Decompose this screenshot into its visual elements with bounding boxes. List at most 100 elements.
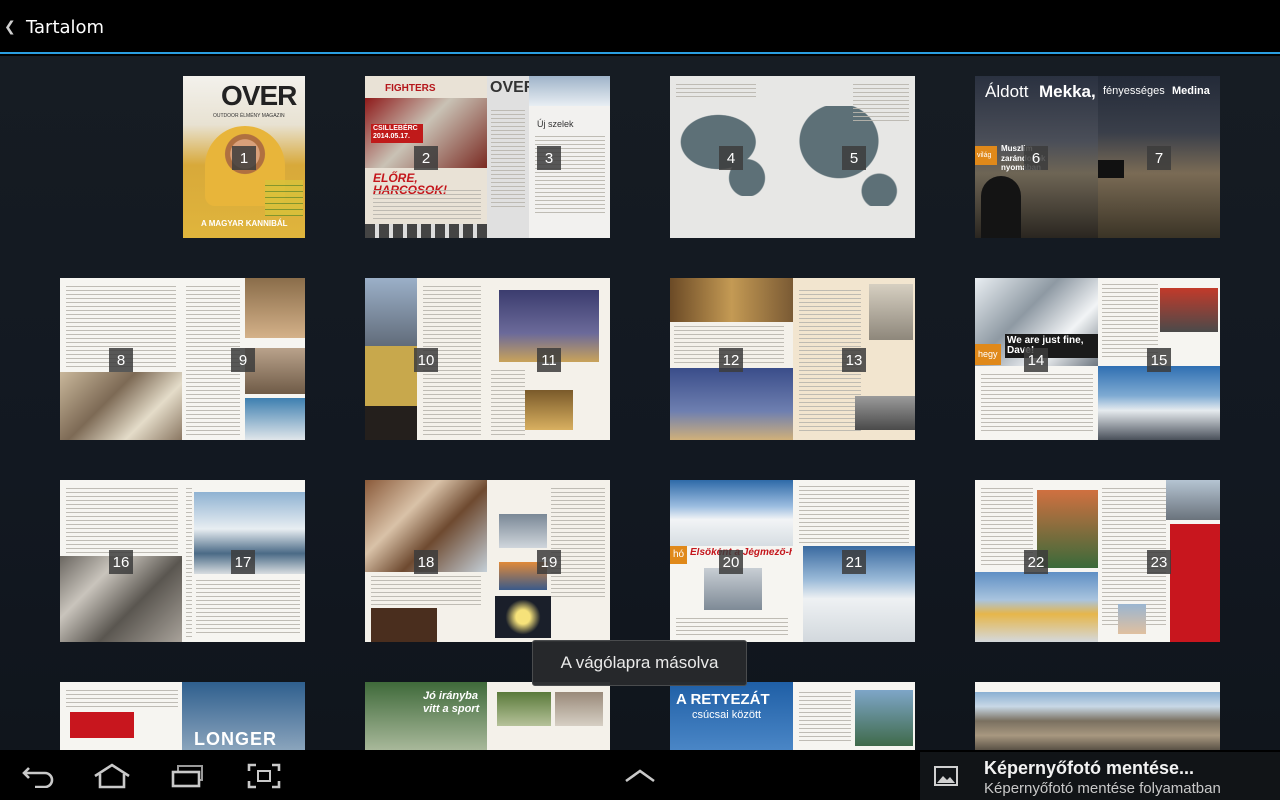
page-number-badge: 22 bbox=[1024, 550, 1048, 574]
page-thumbnail-14[interactable]: hegy We are just fine, Dave! 14 bbox=[975, 278, 1098, 440]
page-number-badge: 13 bbox=[842, 348, 866, 372]
page-thumbnail-3[interactable]: OVER Új szelek 3 bbox=[487, 76, 610, 238]
magazine-tagline: OUTDOOR ÉLMÉNY MAGAZIN bbox=[213, 113, 285, 119]
section-badge: világ bbox=[975, 146, 997, 165]
article-text bbox=[981, 374, 1093, 434]
page-number-badge: 9 bbox=[231, 348, 255, 372]
map-labels-right bbox=[853, 84, 909, 124]
page-thumbnail-10[interactable]: 10 bbox=[365, 278, 487, 440]
page-thumbnail-2[interactable]: FIGHTERS CSILLEBÉRC 2014.05.17. ELŐRE, H… bbox=[365, 76, 487, 238]
article-text bbox=[551, 488, 605, 598]
event-date: CSILLEBÉRC 2014.05.17. bbox=[371, 124, 423, 143]
portrait-photo bbox=[869, 284, 913, 340]
red-quote-box bbox=[70, 712, 134, 738]
inset-photo bbox=[704, 568, 762, 610]
chevron-up-icon bbox=[625, 769, 655, 783]
article-photo-top bbox=[245, 278, 305, 338]
page-thumbnail-7[interactable]: fényességes Medina 7 bbox=[1098, 76, 1220, 238]
page-thumbnail-28[interactable]: A RETYEZÁT csúcsai között bbox=[670, 682, 793, 750]
magazine-logo: OVER bbox=[221, 80, 297, 111]
section-title: Új szelek bbox=[537, 119, 574, 129]
page-number-badge: 10 bbox=[414, 348, 438, 372]
climbers-photo bbox=[1160, 288, 1218, 332]
article-subtitle: csúcsai között bbox=[692, 709, 762, 721]
page-thumbnail-21[interactable]: 21 bbox=[793, 480, 915, 642]
back-icon bbox=[22, 767, 54, 788]
article-headline: We are just fine, Dave! bbox=[1005, 334, 1098, 358]
article-text bbox=[799, 692, 851, 744]
page-thumbnail-30[interactable] bbox=[975, 682, 1220, 750]
action-bar-divider bbox=[0, 52, 1280, 54]
page-number-badge: 15 bbox=[1147, 348, 1171, 372]
page-thumbnail-13[interactable]: 13 bbox=[793, 278, 915, 440]
page-number-badge: 1 bbox=[232, 146, 256, 170]
page-number-badge: 20 bbox=[719, 550, 743, 574]
screenshot-button[interactable] bbox=[234, 752, 294, 800]
page-thumbnail-25[interactable]: LONGER bbox=[182, 682, 305, 750]
screenshot-notification[interactable]: Képernyőfotó mentése... Képernyőfotó men… bbox=[920, 752, 1280, 800]
page-number-badge: 14 bbox=[1024, 348, 1048, 372]
page-thumbnail-1[interactable]: OVER OUTDOOR ÉLMÉNY MAGAZIN A MAGYAR KAN… bbox=[183, 76, 305, 238]
notification-panel-toggle[interactable] bbox=[610, 752, 670, 800]
page-thumbnail-23[interactable]: 23 bbox=[1098, 480, 1220, 642]
article-text bbox=[491, 370, 525, 436]
article-headline: LONGER bbox=[194, 729, 278, 749]
snow-ridge-photo bbox=[499, 514, 547, 548]
snowfield-photo bbox=[670, 480, 793, 546]
mosque-interior-photo bbox=[525, 390, 573, 430]
page-thumbnail-27[interactable] bbox=[487, 682, 610, 750]
page-thumbnail-16[interactable]: 16 bbox=[60, 480, 182, 642]
article-title-part4: Medina bbox=[1172, 85, 1210, 97]
recent-apps-icon bbox=[171, 765, 203, 788]
action-bar: ❮ Tartalom bbox=[0, 0, 1280, 54]
page-thumbnail-12[interactable]: 12 bbox=[670, 278, 793, 440]
page-number-badge: 11 bbox=[537, 348, 561, 372]
page-thumbnail-5[interactable]: 5 bbox=[793, 76, 915, 238]
page-thumbnail-9[interactable]: 9 bbox=[182, 278, 305, 440]
page-title: Tartalom bbox=[26, 16, 105, 38]
page-thumbnail-6[interactable]: Áldott Mekka, világ Muszlim zarándokok n… bbox=[975, 76, 1098, 238]
home-icon bbox=[94, 763, 130, 789]
article-text bbox=[676, 618, 788, 638]
page-number-badge: 6 bbox=[1024, 146, 1048, 170]
home-button[interactable] bbox=[82, 752, 142, 800]
page-number-badge: 17 bbox=[231, 550, 255, 574]
back-button[interactable] bbox=[8, 752, 68, 800]
page-number-badge: 5 bbox=[842, 146, 866, 170]
page-thumbnail-29[interactable] bbox=[793, 682, 915, 750]
article-headline: A RETYEZÁT bbox=[676, 691, 770, 708]
mosque-night-photo bbox=[670, 368, 793, 440]
info-panel-dark bbox=[365, 406, 417, 440]
page-number-badge: 8 bbox=[109, 348, 133, 372]
page-thumbnail-24[interactable] bbox=[60, 682, 182, 750]
info-panel bbox=[365, 346, 417, 406]
page-thumbnail-18[interactable]: 18 bbox=[365, 480, 487, 642]
article-title-part2: Mekka, bbox=[1039, 82, 1096, 101]
page-thumbnail-8[interactable]: 8 bbox=[60, 278, 182, 440]
up-navigation-button[interactable]: ❮ Tartalom bbox=[0, 0, 114, 54]
notification-title: Képernyőfotó mentése... bbox=[984, 758, 1195, 778]
page-thumbnail-15[interactable]: 15 bbox=[1098, 278, 1220, 440]
article-title-part1: Áldott bbox=[985, 82, 1029, 101]
page-thumbnail-20[interactable]: hó Elsőként a Jégmező-hágónak 20 bbox=[670, 480, 793, 642]
event-brand: FIGHTERS bbox=[385, 83, 436, 94]
page-thumbnail-26[interactable]: Jó irányba vitt a sport bbox=[365, 682, 487, 750]
notification-subtitle: Képernyőfotó mentése folyamatban bbox=[984, 780, 1221, 797]
tower-photo bbox=[365, 278, 417, 346]
page-thumbnail-17[interactable]: 17 bbox=[182, 480, 305, 642]
page-thumbnail-19[interactable]: 19 bbox=[487, 480, 610, 642]
page-thumbnail-11[interactable]: 11 bbox=[487, 278, 610, 440]
page-thumbnail-22[interactable]: 22 bbox=[975, 480, 1098, 642]
article-text bbox=[66, 488, 178, 556]
editorial-contents-text bbox=[491, 110, 525, 210]
article-photo-bottom bbox=[245, 398, 305, 440]
recent-apps-button[interactable] bbox=[158, 752, 218, 800]
page-thumbnail-4[interactable]: 4 bbox=[670, 76, 793, 238]
page-number-badge: 19 bbox=[537, 550, 561, 574]
screenshot-icon bbox=[247, 763, 281, 789]
mosque-crowd-photo bbox=[670, 278, 793, 322]
section-badge: hegy bbox=[975, 344, 1001, 365]
snowy-photo bbox=[529, 76, 610, 106]
image-icon bbox=[934, 766, 958, 786]
lake-photo bbox=[855, 690, 913, 746]
